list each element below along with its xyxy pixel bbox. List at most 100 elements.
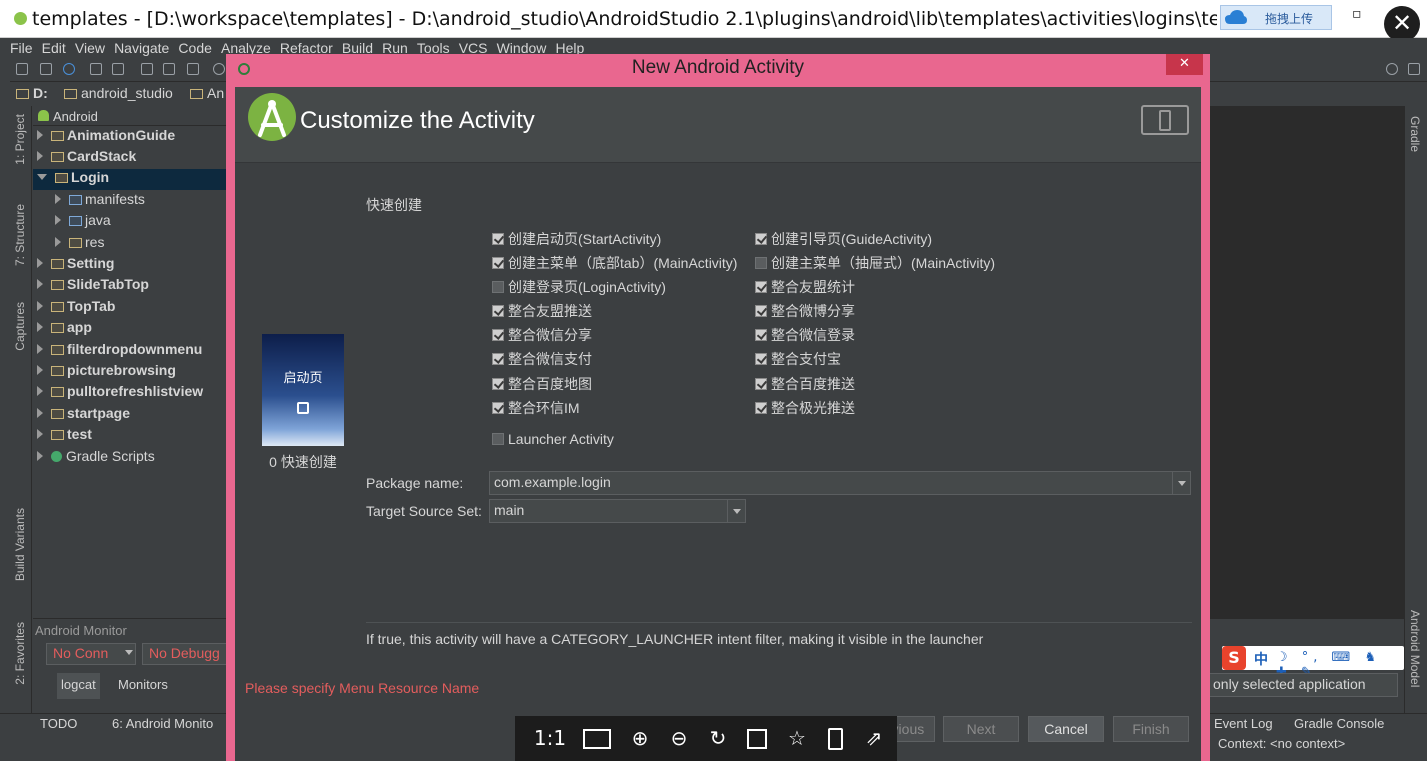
expand-arrow-icon[interactable] — [55, 237, 61, 247]
tab-todo[interactable]: TODO — [40, 716, 77, 731]
tree-item-app[interactable]: app — [37, 319, 92, 340]
checkbox-wechat-share[interactable]: 整合微信分享 — [492, 325, 592, 345]
logcat-filter-combo[interactable]: only selected application — [1208, 673, 1398, 697]
tree-item-setting[interactable]: Setting — [37, 255, 114, 276]
expand-arrow-icon[interactable] — [37, 365, 43, 375]
tree-item-slidetabtop[interactable]: SlideTabTop — [37, 276, 149, 297]
expand-arrow-icon[interactable] — [37, 130, 43, 140]
expand-arrow-icon[interactable] — [55, 194, 61, 204]
editor-area[interactable] — [1208, 106, 1404, 618]
find-icon[interactable] — [213, 63, 225, 75]
finish-button[interactable]: Finish — [1113, 716, 1189, 742]
checkbox-alipay[interactable]: 整合支付宝 — [755, 349, 841, 369]
rotate-icon[interactable]: ↻ — [707, 728, 729, 750]
chevron-down-icon[interactable] — [727, 500, 745, 522]
save-icon[interactable] — [747, 729, 767, 749]
tree-item-login[interactable]: Login — [33, 169, 229, 190]
checkbox-unchecked-icon[interactable] — [492, 281, 504, 293]
tab-gradle[interactable]: Gradle — [1408, 116, 1422, 152]
paste-icon[interactable] — [187, 63, 199, 75]
tab-logcat[interactable]: logcat — [57, 673, 100, 699]
checkbox-wechat-login[interactable]: 整合微信登录 — [755, 325, 855, 345]
expand-arrow-icon[interactable] — [37, 279, 43, 289]
breadcrumb-an[interactable]: An — [190, 85, 224, 101]
checkbox-baidu-push[interactable]: 整合百度推送 — [755, 374, 855, 394]
expand-arrow-icon[interactable] — [55, 215, 61, 225]
tab-structure[interactable]: 7: Structure — [13, 204, 27, 266]
checkbox-checked-icon[interactable] — [492, 378, 504, 390]
checkbox-unchecked-icon[interactable] — [492, 433, 504, 445]
expand-arrow-icon[interactable] — [37, 301, 43, 311]
checkbox-checked-icon[interactable] — [492, 257, 504, 269]
tree-item-res[interactable]: res — [55, 234, 104, 255]
checkbox-umeng-analytics[interactable]: 整合友盟统计 — [755, 277, 855, 297]
menu-file[interactable]: File — [10, 40, 33, 56]
save-icon[interactable] — [40, 63, 52, 75]
tab-event-log[interactable]: Event Log — [1214, 716, 1273, 731]
share-icon[interactable]: ⇗ — [863, 728, 885, 750]
checkbox-umeng-push[interactable]: 整合友盟推送 — [492, 301, 592, 321]
layout-icon[interactable] — [1408, 63, 1420, 75]
cancel-button[interactable]: Cancel — [1028, 716, 1104, 742]
tree-item-animationguide[interactable]: AnimationGuide — [37, 127, 175, 148]
expand-arrow-icon[interactable] — [37, 151, 43, 161]
tab-project[interactable]: 1: Project — [13, 114, 27, 165]
checkbox-checked-icon[interactable] — [755, 402, 767, 414]
menu-view[interactable]: View — [75, 40, 105, 56]
chevron-down-icon[interactable] — [1172, 472, 1190, 494]
menu-navigate[interactable]: Navigate — [114, 40, 169, 56]
checkbox-checked-icon[interactable] — [492, 305, 504, 317]
tab-captures[interactable]: Captures — [13, 302, 27, 351]
checkbox-checked-icon[interactable] — [755, 233, 767, 245]
device-combo[interactable]: No Conn — [46, 643, 136, 665]
tree-item-gradle-scripts[interactable]: Gradle Scripts — [37, 448, 155, 469]
project-view-selector[interactable]: Android — [33, 106, 229, 126]
checkbox-unchecked-icon[interactable] — [755, 257, 767, 269]
tab-build-variants[interactable]: Build Variants — [13, 508, 27, 581]
checkbox-weibo-share[interactable]: 整合微博分享 — [755, 301, 855, 321]
tree-item-toptab[interactable]: TopTab — [37, 298, 115, 319]
checkbox-easemob-im[interactable]: 整合环信IM — [492, 398, 580, 418]
checkbox-start-activity[interactable]: 创建启动页(StartActivity) — [492, 229, 661, 249]
breadcrumb-android-studio[interactable]: android_studio — [64, 85, 173, 101]
ime-mode[interactable]: 中 — [1254, 649, 1268, 669]
checkbox-jpush[interactable]: 整合极光推送 — [755, 398, 855, 418]
actual-size-button[interactable]: 1:1 — [533, 728, 567, 750]
next-button[interactable]: Next — [943, 716, 1019, 742]
checkbox-checked-icon[interactable] — [492, 402, 504, 414]
redo-icon[interactable] — [112, 63, 124, 75]
zoom-out-icon[interactable]: ⊖ — [668, 728, 690, 750]
checkbox-guide-activity[interactable]: 创建引导页(GuideActivity) — [755, 229, 932, 249]
tab-android-model[interactable]: Android Model — [1408, 610, 1422, 687]
tab-android-monitor[interactable]: 6: Android Monito — [112, 716, 213, 731]
breadcrumb-drive[interactable]: D: — [16, 85, 48, 101]
upload-button[interactable]: 拖拽上传 — [1220, 5, 1332, 30]
expand-arrow-icon[interactable] — [37, 322, 43, 332]
tab-monitors[interactable]: Monitors — [114, 673, 172, 699]
checkbox-checked-icon[interactable] — [755, 305, 767, 317]
copy-icon[interactable] — [163, 63, 175, 75]
checkbox-checked-icon[interactable] — [492, 353, 504, 365]
checkbox-launcher-activity[interactable]: Launcher Activity — [492, 431, 614, 451]
checkbox-main-bottom-tab[interactable]: 创建主菜单（底部tab）(MainActivity) — [492, 253, 737, 273]
cut-icon[interactable] — [141, 63, 153, 75]
dialog-close-button[interactable]: ✕ — [1166, 54, 1203, 75]
tab-gradle-console[interactable]: Gradle Console — [1294, 716, 1384, 731]
tree-item-manifests[interactable]: manifests — [55, 191, 145, 212]
expand-arrow-icon[interactable] — [37, 258, 43, 268]
tree-item-cardstack[interactable]: CardStack — [37, 148, 136, 169]
checkbox-checked-icon[interactable] — [755, 281, 767, 293]
minimize-button[interactable]: ▫ — [1352, 6, 1362, 22]
checkbox-checked-icon[interactable] — [492, 233, 504, 245]
checkbox-login-activity[interactable]: 创建登录页(LoginActivity) — [492, 277, 666, 297]
checkbox-wechat-pay[interactable]: 整合微信支付 — [492, 349, 592, 369]
zoom-in-icon[interactable]: ⊕ — [629, 728, 651, 750]
target-source-set-combo[interactable]: main — [489, 499, 746, 523]
expand-arrow-icon[interactable] — [37, 451, 43, 461]
search-icon[interactable] — [1386, 63, 1398, 75]
checkbox-baidu-map[interactable]: 整合百度地图 — [492, 374, 592, 394]
package-name-field[interactable]: com.example.login — [489, 471, 1191, 495]
expand-arrow-icon[interactable] — [37, 386, 43, 396]
expand-arrow-icon[interactable] — [37, 408, 43, 418]
bookmark-icon[interactable]: ☆ — [786, 728, 808, 750]
